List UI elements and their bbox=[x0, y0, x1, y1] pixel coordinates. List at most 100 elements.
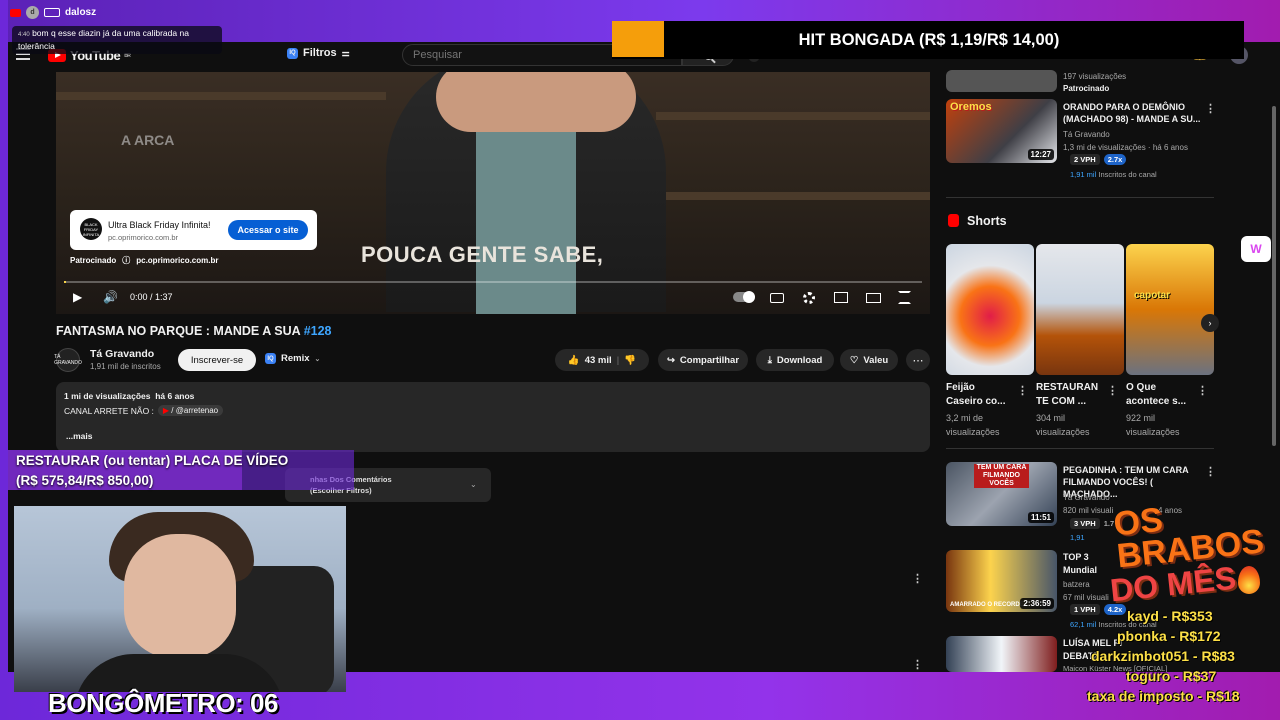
chevron-down-icon: ⌄ bbox=[470, 480, 477, 489]
headset-icon bbox=[44, 8, 60, 17]
video-thumbnail[interactable] bbox=[946, 636, 1057, 672]
volume-icon[interactable]: 🔊 bbox=[103, 290, 118, 304]
chat-time: 4:40 bbox=[18, 32, 30, 38]
short-more-icon[interactable]: ⋮ bbox=[1197, 384, 1208, 397]
fire-icon bbox=[1238, 566, 1260, 594]
sidebar-channel[interactable]: Tá Gravando bbox=[1063, 129, 1110, 141]
sidebar-video-title[interactable]: TOP 3 bbox=[1063, 551, 1089, 563]
info-icon[interactable]: ⓘ bbox=[122, 255, 130, 266]
stream-frame-left bbox=[0, 0, 8, 720]
short-more-icon[interactable]: ⋮ bbox=[1107, 384, 1118, 397]
subs-count: 62,1 mil bbox=[1070, 620, 1097, 629]
download-icon: ⤓ bbox=[767, 354, 772, 366]
background-sign: A ARCA bbox=[121, 132, 175, 148]
more-actions-icon[interactable]: ⋯ bbox=[906, 349, 930, 371]
sponsored-label: Patrocinado bbox=[1063, 84, 1110, 93]
divider bbox=[946, 448, 1214, 449]
sidebar-video-title[interactable]: ORANDO PARA O DEMÔNIO (MACHADO 98) - MAN… bbox=[1063, 101, 1203, 125]
show-more-link[interactable]: ...mais bbox=[66, 431, 92, 441]
extension-logo-icon[interactable]: W bbox=[1241, 236, 1271, 262]
thanks-icon: ♡ bbox=[849, 354, 859, 366]
video-thumbnail[interactable]: Oremos 12:27 bbox=[946, 99, 1057, 163]
like-divider: | bbox=[616, 354, 620, 366]
channel-mention[interactable]: ▶ / @arretenao bbox=[157, 405, 224, 416]
chat-message: 4:40 bom q esse diazin já da uma calibra… bbox=[12, 26, 222, 54]
sidebar-subs: 1,91 bbox=[1070, 533, 1085, 542]
video-player[interactable]: A ARCA POUCA GENTE SABE, bbox=[56, 72, 930, 314]
page-scrollbar[interactable] bbox=[1272, 106, 1276, 446]
filters-button[interactable]: IQ Filtros ⚌ bbox=[287, 47, 350, 59]
video-thumbnail[interactable] bbox=[946, 70, 1057, 92]
vph-badge: 1 VPH bbox=[1070, 604, 1100, 615]
video-thumbnail[interactable]: AMARRADO O RECORDE 2:36:59 bbox=[946, 550, 1057, 612]
description-text: CANAL ARRETE NÃO : bbox=[64, 405, 154, 416]
share-button[interactable]: ↪ Compartilhar bbox=[658, 349, 748, 371]
channel-avatar[interactable]: TÁ GRAVANDO bbox=[54, 348, 82, 372]
thumbs-up-icon: 👍 bbox=[567, 354, 580, 366]
shorts-icon bbox=[948, 214, 959, 227]
sidebar-more-icon[interactable]: ⋮ bbox=[1205, 465, 1216, 478]
iq-extension-icon: IQ bbox=[287, 47, 298, 59]
autoplay-toggle[interactable] bbox=[733, 291, 755, 303]
donor-entry: taxa de imposto - R$18 bbox=[1087, 688, 1240, 704]
short-views: 3,2 mi de visualizações bbox=[946, 413, 1000, 437]
video-thumbnail[interactable]: TEM UM CARA FILMANDO VOCÊS 11:51 bbox=[946, 462, 1057, 526]
description-line: CANAL ARRETE NÃO : ▶ / @arretenao bbox=[64, 405, 224, 416]
filters-label: Filtros bbox=[303, 47, 337, 59]
short-thumb-text: capotar bbox=[1134, 290, 1171, 301]
sidebar-video-title-2[interactable]: Mundial bbox=[1063, 564, 1097, 576]
subscribe-button[interactable]: Inscrever-se bbox=[178, 349, 256, 371]
sidebar-channel[interactable]: batzera bbox=[1063, 579, 1090, 591]
short-title[interactable]: Feijão Caseiro co... bbox=[946, 381, 1012, 409]
thanks-label: Valeu bbox=[863, 354, 889, 366]
play-icon[interactable]: ▶ bbox=[73, 290, 82, 304]
remix-button[interactable]: IQ Remix ⌄ bbox=[265, 353, 320, 364]
comment-more-icon[interactable]: ⋮ bbox=[912, 572, 923, 585]
view-count: 1 mi de visualizações bbox=[64, 391, 151, 401]
sliders-icon: ⚌ bbox=[341, 47, 350, 58]
sidebar-more-icon[interactable]: ⋮ bbox=[1205, 102, 1216, 115]
chat-username: dalosz bbox=[65, 7, 97, 18]
short-title[interactable]: RESTAURAN TE COM ... bbox=[1036, 381, 1106, 409]
short-thumbnail[interactable]: capotar bbox=[1126, 244, 1214, 375]
thumbs-down-icon[interactable]: 👎 bbox=[624, 355, 636, 366]
youtube-icon: ▶ bbox=[162, 406, 170, 415]
webcam-feed bbox=[14, 506, 346, 692]
description-stats: 1 mi de visualizações há 6 anos bbox=[64, 391, 194, 401]
shorts-next-button[interactable]: › bbox=[1201, 314, 1219, 332]
goal-text: RESTAURAR (ou tentar) PLACA DE VÍDEO (R$ … bbox=[16, 451, 288, 491]
donor-entry: kayd - R$353 bbox=[1127, 608, 1213, 624]
presenter-shirt bbox=[476, 122, 576, 314]
ad-visit-site-button[interactable]: Acessar o site bbox=[228, 220, 308, 240]
short-thumbnail[interactable] bbox=[946, 244, 1034, 375]
download-button[interactable]: ⤓ Download bbox=[756, 349, 834, 371]
settings-gear-icon[interactable] bbox=[803, 292, 815, 304]
theater-mode-icon[interactable] bbox=[866, 293, 881, 303]
video-progress-fill bbox=[64, 281, 66, 283]
sidebar-channel[interactable]: Tá Gravando bbox=[1063, 492, 1110, 504]
short-title[interactable]: O Que acontece s... bbox=[1126, 381, 1192, 409]
like-button[interactable]: 👍 43 mil | 👎 bbox=[555, 349, 649, 371]
upload-age: há 6 anos bbox=[155, 391, 195, 401]
subs-suffix: Inscritos do canal bbox=[1098, 170, 1157, 179]
fullscreen-icon[interactable] bbox=[898, 291, 911, 304]
short-thumbnail[interactable] bbox=[1036, 244, 1124, 375]
goal-amount: (R$ 575,84/R$ 850,00) bbox=[16, 473, 154, 488]
donor-entry: toguro - R$37 bbox=[1126, 668, 1217, 684]
mention-handle: / @arretenao bbox=[171, 406, 219, 415]
download-label: Download bbox=[776, 354, 823, 366]
vph-badge: 3 VPH bbox=[1070, 518, 1100, 529]
channel-name[interactable]: Tá Gravando bbox=[90, 348, 154, 360]
vph-badges: 3 VPH 1.7 bbox=[1070, 518, 1114, 529]
video-hashtag[interactable]: #128 bbox=[304, 324, 332, 338]
comment-more-icon[interactable]: ⋮ bbox=[912, 658, 923, 671]
sidebar-subs: 1,91 mil Inscritos do canal bbox=[1070, 169, 1157, 181]
subtitles-icon[interactable] bbox=[770, 293, 784, 303]
thanks-button[interactable]: ♡ Valeu bbox=[840, 349, 898, 371]
short-more-icon[interactable]: ⋮ bbox=[1017, 384, 1028, 397]
sponsored-url[interactable]: pc.oprimorico.com.br bbox=[136, 256, 218, 265]
presenter-hands bbox=[436, 72, 636, 132]
miniplayer-icon[interactable] bbox=[834, 292, 848, 303]
vph-badge: 2 VPH bbox=[1070, 154, 1100, 165]
video-progress-track[interactable] bbox=[64, 281, 922, 283]
